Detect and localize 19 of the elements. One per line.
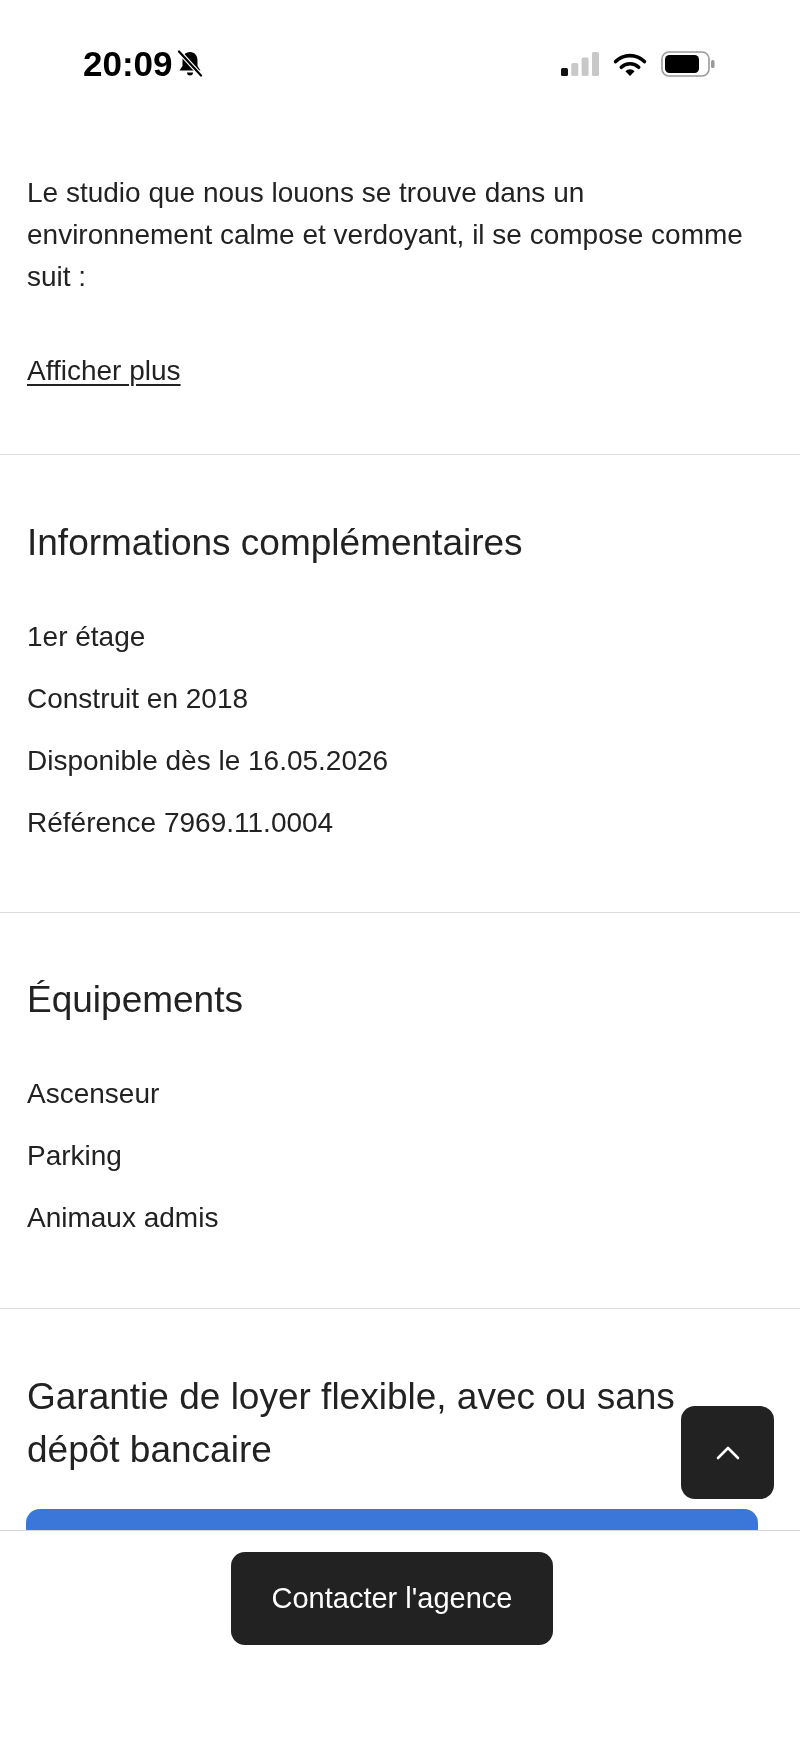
scroll-to-top-button[interactable] — [681, 1406, 774, 1499]
feature-item: Ascenseur — [27, 1077, 160, 1111]
feature-item: 1er étage — [27, 620, 146, 654]
description-text: Le studio que nous louons se trouve dans un environnement calme et verdoyant, il se compose comme suit : — [27, 176, 744, 294]
section-heading: Garantie de loyer flexible, avec ou sans dépôt bancaire — [27, 1375, 676, 1472]
signal-icon — [561, 52, 599, 76]
feature-item: Animaux admis — [27, 1201, 219, 1235]
feature-item: Référence 7969.11.0004 — [27, 806, 334, 840]
show-more-link[interactable]: Afficher plus — [27, 350, 181, 392]
feature-item: Parking — [27, 1139, 122, 1173]
feature-item: Construit en 2018 — [27, 682, 249, 716]
status-time: 20:09 — [83, 46, 173, 81]
section-heading: Équipements — [27, 978, 243, 1022]
section-heading: Informations complémentaires — [27, 521, 523, 565]
chevron-up-icon — [715, 1445, 740, 1460]
contact-agency-button[interactable]: Contacter l'agence — [231, 1552, 553, 1645]
feature-item: Disponible dès le 16.05.2026 — [27, 744, 389, 778]
wifi-icon — [613, 51, 647, 77]
battery-icon — [661, 51, 715, 77]
